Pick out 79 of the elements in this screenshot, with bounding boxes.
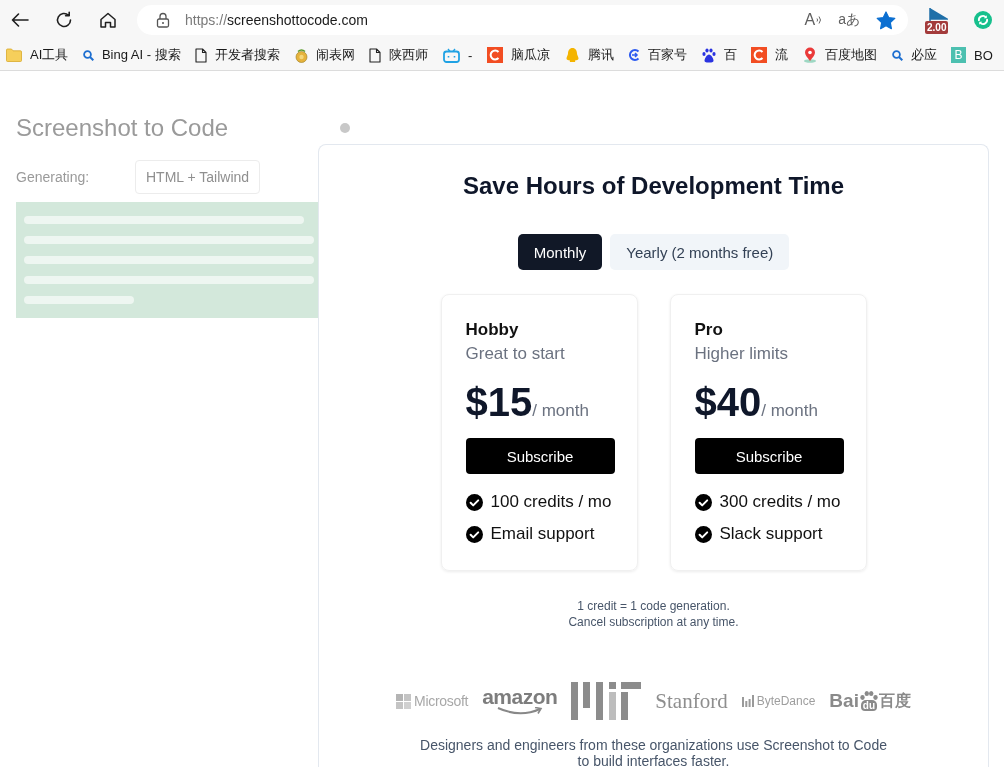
url-text: https://screenshottocode.com — [185, 12, 368, 28]
circular-arrows-icon — [974, 11, 992, 29]
extension-badge: 2.00 — [925, 21, 949, 34]
read-aloud-button[interactable]: A — [804, 8, 823, 32]
refresh-icon — [55, 11, 73, 29]
bookmark-item[interactable]: - — [435, 43, 480, 67]
bookmark-item[interactable]: 百家号 — [620, 43, 695, 67]
modal-title: Save Hours of Development Time — [463, 171, 844, 201]
pot-icon — [294, 47, 308, 63]
document-icon — [195, 47, 208, 63]
logo-text: Microsoft — [414, 693, 469, 709]
feature-text: 300 credits / mo — [719, 492, 841, 512]
plan-price: $40 — [694, 379, 762, 425]
price-period: / month — [532, 401, 589, 421]
home-icon — [99, 11, 117, 29]
plan-name: Hobby — [465, 319, 520, 341]
bookmark-item[interactable]: 陕西师 — [362, 43, 436, 67]
page-title: Screenshot to Code — [16, 113, 229, 143]
plan-tagline: Great to start — [465, 343, 566, 365]
check-circle-icon — [465, 525, 483, 543]
bookmark-item[interactable]: 百 — [694, 43, 745, 67]
arc-tile-icon — [486, 47, 503, 63]
bookmark-item[interactable]: 流 — [744, 43, 796, 67]
bookmark-item[interactable]: 开发者搜索 — [187, 43, 288, 67]
bookmark-item[interactable]: 闹表网 — [287, 43, 363, 67]
vertical-bars-icon — [571, 682, 642, 720]
four-squares-icon — [396, 693, 412, 709]
translate-button[interactable]: aあ — [838, 8, 860, 32]
swirl-icon — [628, 48, 641, 62]
feature-text: Slack support — [719, 524, 823, 544]
check-circle-icon — [465, 493, 483, 511]
logo-text: 百度 — [878, 691, 911, 711]
document-icon — [369, 47, 382, 63]
bookmark-item[interactable]: 必应 — [884, 43, 944, 67]
plan-price: $15 — [465, 379, 533, 425]
arc-tile-icon — [751, 47, 768, 63]
bookmark-item[interactable]: 脑瓜凉 — [479, 43, 558, 67]
bookmark-item[interactable]: B BO — [943, 43, 1001, 67]
tv-icon — [443, 47, 460, 63]
smile-arrow-icon — [496, 707, 543, 715]
letter-badge: B — [951, 47, 967, 63]
sound-waves-icon — [816, 15, 823, 25]
closing-text: Designers and engineers from these organizations use Screenshot to Code to build interfaces faster. — [419, 737, 888, 767]
bookmark-item[interactable]: AI工具 — [0, 43, 76, 67]
search-icon — [891, 49, 903, 61]
paw-icon — [701, 47, 716, 63]
check-circle-icon — [694, 493, 712, 511]
logo-text: amazon — [482, 687, 558, 707]
dot-icon — [340, 123, 350, 133]
back-arrow-icon — [11, 12, 29, 28]
paw-pad-label: du — [860, 700, 878, 711]
feature-text: Email support — [490, 524, 595, 544]
extension-button[interactable]: 2.00 — [925, 5, 951, 35]
bookmark-item[interactable]: 百度地图 — [795, 43, 885, 67]
pricing-note: Cancel subscription at any time. — [568, 614, 739, 630]
subscribe-button[interactable]: Subscribe — [465, 438, 615, 474]
folder-icon — [6, 48, 22, 62]
equalizer-bars-icon — [741, 695, 754, 707]
plan-name: Pro — [694, 319, 724, 341]
plan-tagline: Higher limits — [694, 343, 790, 365]
logo-text: Stanford — [655, 688, 728, 714]
penguin-icon — [564, 47, 580, 63]
logo-text: Bai — [829, 691, 859, 711]
lock-icon — [156, 12, 170, 28]
pricing-note: 1 credit = 1 code generation. — [576, 598, 731, 614]
price-period: / month — [761, 401, 818, 421]
bookmark-item[interactable]: Bing AI - 搜索 — [75, 43, 188, 67]
subscribe-button[interactable]: Subscribe — [694, 438, 844, 474]
bookmark-item[interactable]: 腾讯 — [557, 43, 621, 67]
feature-text: 100 credits / mo — [490, 492, 612, 512]
map-pin-icon — [802, 47, 817, 63]
flag-icon — [928, 8, 948, 24]
search-icon — [82, 49, 94, 61]
billing-tab[interactable]: Monthly — [517, 234, 603, 270]
billing-tab[interactable]: Yearly (2 months free) — [610, 234, 790, 270]
logo-text: ByteDance — [756, 694, 816, 708]
paw-toes-icon — [859, 691, 878, 700]
generating-label: Generating: — [16, 169, 91, 185]
check-circle-icon — [694, 525, 712, 543]
